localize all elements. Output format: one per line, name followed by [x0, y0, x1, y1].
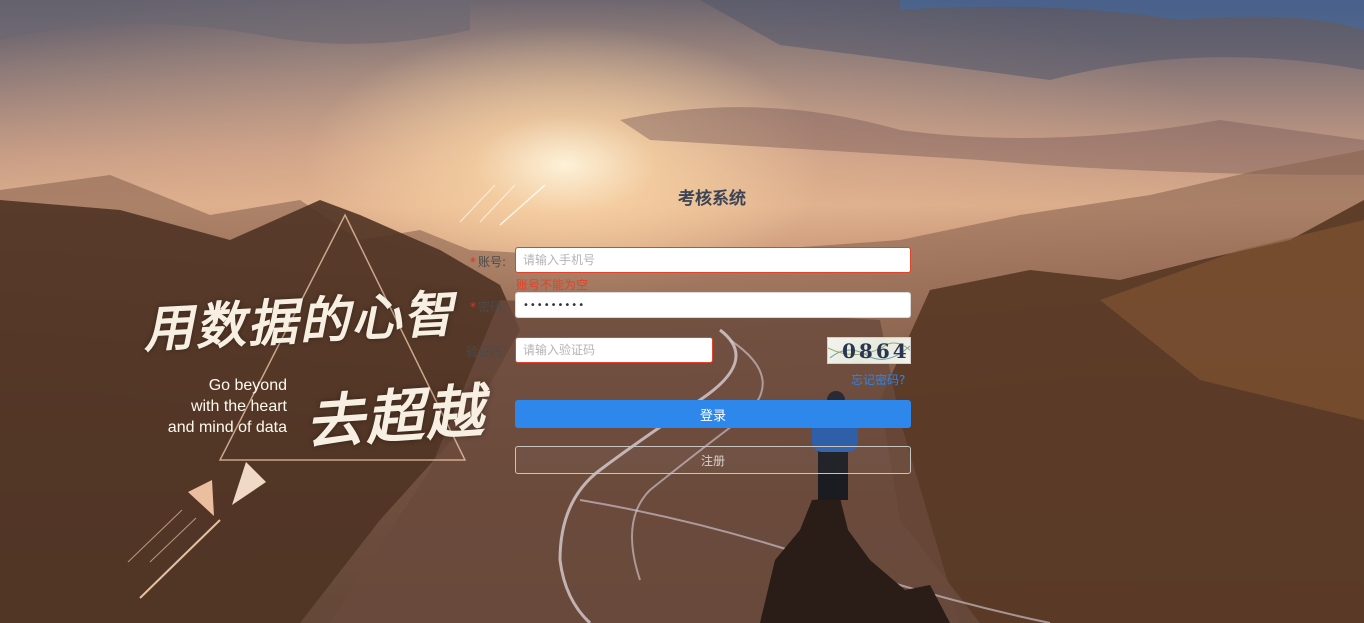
account-input[interactable]	[515, 247, 911, 273]
captcha-input[interactable]	[515, 337, 713, 363]
hero-slogan: Go beyond with the heart and mind of dat…	[137, 375, 287, 438]
captcha-label: 验证码:	[465, 345, 506, 359]
account-label: * 账号:	[446, 253, 506, 270]
captcha-image[interactable]: 0864	[827, 337, 911, 364]
required-asterisk-icon: *	[469, 300, 476, 314]
forgot-password-link[interactable]: 忘记密码?	[851, 371, 905, 388]
account-label-text: 账号:	[477, 255, 506, 269]
slogan-line-2: with the heart	[190, 398, 287, 415]
account-error-message: 账号不能为空	[516, 278, 589, 292]
slogan-line-3: and mind of data	[167, 419, 287, 436]
required-asterisk-icon: *	[469, 255, 476, 269]
password-input[interactable]	[515, 292, 911, 318]
login-button[interactable]: 登录	[515, 400, 911, 428]
calligraphy-line2: 去超越	[303, 376, 488, 458]
system-title: 考核系统	[678, 189, 746, 209]
password-label: * 密码:	[446, 298, 506, 315]
register-button[interactable]: 注册	[515, 446, 911, 474]
slogan-line-1: Go beyond	[208, 377, 287, 394]
password-label-text: 密码:	[477, 300, 506, 314]
captcha-text: 0864	[842, 339, 910, 363]
